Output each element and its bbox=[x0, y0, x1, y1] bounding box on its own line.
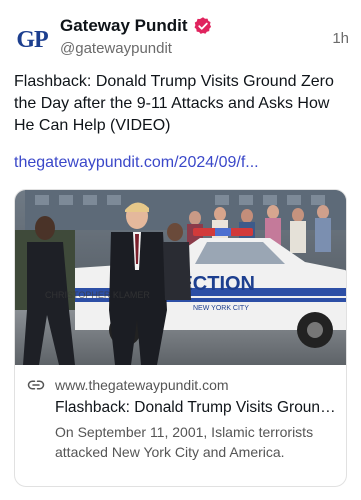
author-handle[interactable]: @gatewaypundit bbox=[60, 40, 172, 57]
author-name[interactable]: Gateway Pundit bbox=[60, 16, 188, 36]
author-name-row: Gateway Pundit bbox=[60, 16, 213, 36]
link-card-image[interactable]: RECTION NEW YORK CITY CHRISTOPHER KLAMER bbox=[15, 190, 346, 365]
verified-badge-icon bbox=[194, 17, 211, 34]
link-card-domain[interactable]: www.thegatewaypundit.com bbox=[55, 377, 229, 393]
link-card[interactable]: RECTION NEW YORK CITY CHRISTOPHER KLAMER… bbox=[14, 189, 347, 487]
avatar-initials: GP bbox=[16, 26, 48, 53]
image-watermark: CHRISTOPHER KLAMER bbox=[45, 290, 150, 300]
post[interactable]: GP Gateway Pundit @gatewaypundit 1h Flas… bbox=[0, 0, 361, 500]
post-text: Flashback: Donald Trump Visits Ground Ze… bbox=[14, 73, 334, 134]
post-link[interactable]: thegatewaypundit.com/2024/09/f... bbox=[14, 154, 259, 172]
link-card-title[interactable]: Flashback: Donald Trump Visits Ground Ze… bbox=[55, 399, 340, 417]
car-subtext: NEW YORK CITY bbox=[193, 305, 249, 312]
link-card-domain-row: www.thegatewaypundit.com bbox=[27, 376, 229, 394]
post-time: 1h bbox=[332, 30, 349, 47]
avatar[interactable]: GP bbox=[12, 20, 52, 60]
link-card-description: On September 11, 2001, Islamic terrorist… bbox=[55, 424, 314, 460]
link-icon bbox=[27, 380, 45, 390]
